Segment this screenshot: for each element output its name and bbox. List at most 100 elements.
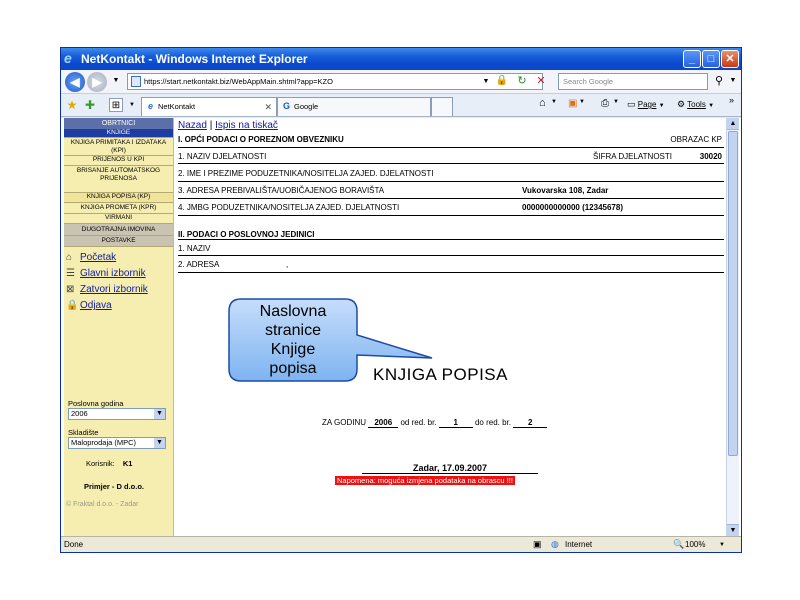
row1-code-value: 30020 — [699, 152, 722, 161]
stop-icon[interactable]: ✕ — [534, 74, 548, 88]
home-icon: ⌂ — [66, 252, 73, 263]
link-glavni-izbornik-label: Glavni izbornik — [80, 268, 146, 279]
link-zatvori-izbornik[interactable]: ⊠ Zatvori izbornik — [64, 283, 173, 299]
row4-value: 0000000000000 (12345678) — [522, 203, 623, 212]
sidebar-item-kpi[interactable]: KNJIGA PRIMITAKA I IZDATAKA (KPI) — [64, 138, 173, 156]
row-adresa: 3. ADRESA PREBIVALIŠTA/UOBIČAJENOG BORAV… — [178, 182, 724, 199]
title-bar: e NetKontakt - Windows Internet Explorer… — [61, 48, 741, 70]
tools-menu-chevron-icon: ▼ — [708, 103, 715, 109]
unit-row1-label: 1. NAZIV — [178, 244, 211, 253]
back-button[interactable]: ◀ — [65, 72, 85, 92]
sidebar-item-brisanje[interactable]: BRISANJE AUTOMATSKOG PRIJENOSA — [64, 166, 173, 193]
page-menu-chevron-icon: ▼ — [658, 103, 665, 109]
tab-google[interactable]: G Google — [277, 97, 431, 116]
favorites-star-icon[interactable]: ★ — [65, 98, 79, 112]
print-dropdown[interactable]: ▼ — [613, 99, 619, 105]
link-pocetak[interactable]: ⌂ Početak — [64, 251, 173, 267]
new-tab-button[interactable] — [431, 97, 453, 116]
company-name: Primjer - D d.o.o. — [84, 482, 145, 491]
callout-line: stranice — [264, 322, 322, 339]
quick-tabs-icon[interactable]: ⊞ — [109, 98, 123, 112]
recent-pages-dropdown[interactable]: ▼ — [109, 74, 123, 88]
scroll-up-arrow-icon[interactable]: ▲ — [727, 118, 739, 130]
link-glavni-izbornik[interactable]: ☰ Glavni izbornik — [64, 267, 173, 283]
feeds-icon[interactable]: ▣ — [568, 98, 577, 109]
scroll-down-arrow-icon[interactable]: ▼ — [727, 524, 739, 536]
page-menu-icon: ▭ — [627, 99, 636, 109]
business-year-select[interactable]: 2006 ▼ — [68, 408, 166, 420]
page-menu-label: Page — [637, 100, 657, 109]
tab-netkontakt-label: NetKontakt — [158, 102, 196, 111]
row2-label: 2. IME I PREZIME PODUZETNIKA/NOSITELJA Z… — [178, 169, 434, 178]
callout-line: Naslovna — [259, 303, 327, 320]
unit-row2-value: , — [286, 260, 289, 269]
zoom-value[interactable]: 100% — [685, 540, 705, 549]
sidebar: OBRTNICI KNJIGE KNJIGA PRIMITAKA I IZDAT… — [64, 118, 174, 536]
ie-logo-icon: e — [64, 50, 72, 66]
address-dropdown-arrow[interactable]: ▼ — [479, 75, 493, 89]
refresh-icon[interactable]: ↻ — [515, 74, 529, 88]
back-link[interactable]: Nazad — [178, 120, 207, 131]
nav-separator: | — [209, 120, 213, 131]
section1-title: I. OPĆI PODACI O POREZNOM OBVEZNIKU — [178, 135, 344, 144]
search-input[interactable]: Search Google — [558, 73, 708, 90]
row-jmbg: 4. JMBG PODUZETNIKA/NOSITELJA ZAJED. DJE… — [178, 199, 724, 216]
sidebar-item-kp[interactable]: KNJIGA POPISA (KP) — [64, 193, 173, 203]
warehouse-label: Skladište — [68, 428, 99, 437]
tools-menu-label: Tools — [687, 100, 706, 109]
tab-bar: ★ ✚ ⊞ ▼ e NetKontakt ✕ G Google ⌂ ▼ ▣ ▼ … — [61, 94, 741, 117]
chevron-more-icon[interactable]: » — [729, 95, 734, 105]
search-options-dropdown[interactable]: ▼ — [726, 74, 740, 88]
page-menu[interactable]: ▭ Page ▼ — [627, 99, 665, 110]
scrollbar-thumb[interactable] — [728, 131, 738, 456]
sidebar-item-knjige[interactable]: KNJIGE — [64, 129, 173, 138]
link-odjava[interactable]: 🔒 Odjava — [64, 299, 173, 315]
zoom-dropdown-chevron-icon[interactable]: ▼ — [719, 542, 725, 548]
tab-google-label: Google — [294, 102, 319, 111]
forward-button[interactable]: ▶ — [87, 72, 107, 92]
row3-label: 3. ADRESA PREBIVALIŠTA/UOBIČAJENOG BORAV… — [178, 186, 385, 195]
close-button[interactable]: ✕ — [721, 50, 739, 68]
callout-line: popisa — [269, 360, 317, 377]
address-text: https://start.netkontakt.biz/WebAppMain.… — [144, 77, 333, 86]
callout-bubble: Naslovna stranice Knjige popisa — [228, 298, 433, 383]
sidebar-item-virmani[interactable]: VIRMANI — [64, 214, 173, 224]
minimize-button[interactable]: _ — [683, 50, 701, 68]
maximize-button[interactable]: □ — [702, 50, 720, 68]
row-unit-adresa: 2. ADRESA , — [178, 256, 724, 273]
sidebar-item-imovina[interactable]: DUGOTRAJNA IMOVINA — [64, 224, 173, 236]
tools-menu[interactable]: ⚙ Tools ▼ — [677, 99, 714, 110]
lock-icon[interactable]: 🔒 — [495, 74, 509, 88]
row3-value: Vukovarska 108, Zadar — [522, 186, 609, 195]
popup-blocker-icon[interactable]: ▣ — [533, 539, 542, 550]
notice-warning: Napomena: moguća izmjena podataka na obr… — [335, 476, 515, 485]
home-dropdown[interactable]: ▼ — [551, 99, 557, 105]
sidebar-item-postavke[interactable]: POSTAVKE — [64, 236, 173, 247]
tab-list-dropdown[interactable]: ▼ — [125, 98, 139, 112]
sidebar-item-prijenos-kpi[interactable]: PRIJENOS U KPI — [64, 156, 173, 166]
row1-label: 1. NAZIV DJELATNOSTI — [178, 152, 267, 161]
tab-netkontakt[interactable]: e NetKontakt ✕ — [141, 97, 277, 116]
chevron-down-icon: ▼ — [154, 409, 165, 419]
warehouse-value: Maloprodaja (MPC) — [71, 438, 137, 447]
print-link[interactable]: Ispis na tiskač — [215, 120, 278, 131]
copyright-footer: © Fraktal d.o.o. - Zadar — [66, 501, 139, 508]
feeds-dropdown[interactable]: ▼ — [579, 99, 585, 105]
warehouse-select[interactable]: Maloprodaja (MPC) ▼ — [68, 437, 166, 449]
print-icon[interactable]: ⎙ — [601, 98, 609, 109]
nav-links: Nazad | Ispis na tiskač — [178, 120, 278, 131]
vertical-scrollbar[interactable]: ▲ ▼ — [726, 118, 739, 536]
home-icon[interactable]: ⌂ — [539, 97, 546, 109]
google-icon: G — [282, 101, 290, 111]
window-title: NetKontakt - Windows Internet Explorer — [81, 52, 308, 66]
sidebar-item-kpr[interactable]: KNJIGA PROMETA (KPR) — [64, 203, 173, 214]
search-icon[interactable]: ⚲ — [712, 74, 726, 88]
add-favorite-icon[interactable]: ✚ — [83, 98, 97, 112]
chevron-down-icon: ▼ — [154, 438, 165, 448]
year-prefix: ZA GODINU — [322, 418, 367, 427]
row-naziv-djelatnosti: 1. NAZIV DJELATNOSTI ŠIFRA DJELATNOSTI 3… — [178, 147, 724, 164]
link-odjava-label: Odjava — [80, 300, 112, 311]
logout-lock-icon: 🔒 — [66, 300, 79, 311]
close-tab-icon[interactable]: ✕ — [264, 98, 272, 116]
status-text: Done — [64, 540, 84, 549]
